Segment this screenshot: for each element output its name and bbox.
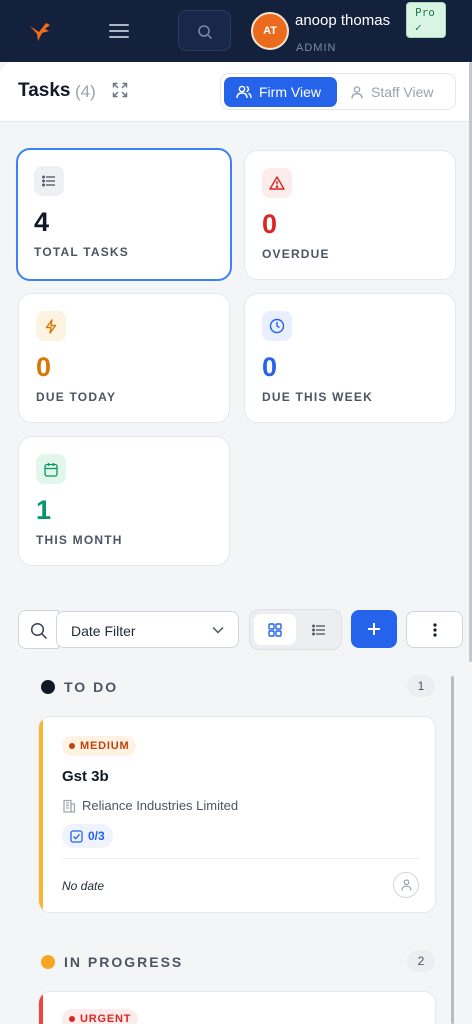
clock-icon (262, 311, 292, 341)
client-name: Reliance Industries Limited (82, 798, 239, 813)
column-status-dot (41, 955, 55, 969)
chevron-down-icon (212, 626, 224, 634)
staff-view-label: Staff View (371, 84, 434, 100)
firm-view-button[interactable]: Firm View (224, 77, 337, 107)
search-icon (30, 622, 48, 640)
board-scrollbar[interactable] (451, 676, 454, 1024)
grid-icon (268, 622, 282, 637)
plus-icon (368, 623, 380, 635)
subtask-count: 0/3 (88, 829, 105, 843)
top-navbar: AT anoop thomas ADMIN Pro ✓ (0, 0, 472, 62)
subtask-progress-badge[interactable]: 0/3 (62, 824, 113, 848)
list-icon (34, 166, 64, 196)
priority-bar (39, 717, 43, 912)
stat-label: OVERDUE (262, 247, 330, 261)
assignee-avatar[interactable] (393, 872, 419, 898)
column-title: IN PROGRESS (64, 954, 184, 970)
list-view-button[interactable] (298, 614, 340, 645)
priority-bar (39, 992, 43, 1024)
more-options-button[interactable] (406, 611, 463, 648)
column-count-badge: 2 (407, 950, 435, 972)
stat-label: DUE THIS WEEK (262, 390, 373, 404)
expand-icon[interactable] (112, 82, 128, 103)
view-toggle: Firm View Staff View (220, 73, 456, 110)
check-icon: ✓ (415, 21, 422, 34)
pro-plan-badge: Pro ✓ (406, 2, 446, 38)
stat-value: 0 (262, 209, 278, 239)
search-icon (198, 25, 213, 40)
more-vertical-icon (432, 622, 437, 637)
stat-card-overdue[interactable]: 0 OVERDUE (244, 150, 456, 280)
priority-badge: URGENT (62, 1009, 139, 1024)
stat-card-total-tasks[interactable]: 4 TOTAL TASKS (16, 148, 232, 281)
page-title: Tasks (18, 80, 71, 101)
stat-label: DUE TODAY (36, 390, 117, 404)
building-icon (63, 799, 76, 813)
column-count-badge: 1 (407, 675, 435, 697)
pro-label: Pro (415, 6, 435, 19)
tasks-header: Tasks (4) Firm View Staff View (0, 62, 472, 122)
alert-triangle-icon (262, 168, 292, 198)
calendar-icon (36, 454, 66, 484)
user-name[interactable]: anoop thomas (295, 12, 390, 29)
menu-icon[interactable] (106, 20, 132, 42)
stat-label: TOTAL TASKS (34, 245, 129, 259)
stat-card-this-month[interactable]: 1 THIS MONTH (18, 436, 230, 566)
date-filter-label: Date Filter (71, 623, 136, 639)
global-search-button[interactable] (178, 10, 231, 51)
user-avatar[interactable]: AT (251, 12, 289, 50)
app-logo-bird-icon[interactable] (26, 17, 54, 45)
card-divider (62, 858, 419, 859)
stat-label: THIS MONTH (36, 533, 123, 547)
board-view-button[interactable] (254, 614, 296, 645)
lightning-icon (36, 311, 66, 341)
task-card[interactable]: MEDIUM Gst 3b Reliance Industries Limite… (38, 716, 436, 913)
task-client: Reliance Industries Limited (62, 798, 238, 813)
user-icon (400, 879, 412, 891)
add-task-button[interactable] (351, 610, 397, 648)
stat-value: 4 (34, 207, 50, 237)
date-filter-select[interactable]: Date Filter (56, 611, 239, 648)
column-header-in-progress: IN PROGRESS 2 (40, 950, 435, 974)
staff-view-button[interactable]: Staff View (347, 77, 455, 107)
column-title: TO DO (64, 679, 119, 695)
users-icon (236, 85, 252, 99)
layout-toggle (249, 609, 342, 650)
firm-view-label: Firm View (259, 84, 321, 100)
task-due-date: No date (62, 879, 105, 893)
checkbox-icon (70, 829, 83, 843)
task-card[interactable]: URGENT (38, 991, 436, 1024)
stat-card-due-this-week[interactable]: 0 DUE THIS WEEK (244, 293, 456, 423)
user-icon (351, 85, 363, 99)
task-count: (4) (75, 82, 96, 101)
stat-value: 0 (36, 352, 52, 382)
user-role: ADMIN (296, 42, 337, 54)
stat-value: 1 (36, 495, 52, 525)
task-search-button[interactable] (18, 610, 59, 649)
stat-value: 0 (262, 352, 278, 382)
priority-badge: MEDIUM (62, 736, 137, 756)
task-title[interactable]: Gst 3b (62, 768, 109, 785)
column-header-todo: TO DO 1 (40, 675, 435, 699)
stat-card-due-today[interactable]: 0 DUE TODAY (18, 293, 230, 423)
column-status-dot (41, 680, 55, 694)
list-icon (312, 624, 325, 635)
